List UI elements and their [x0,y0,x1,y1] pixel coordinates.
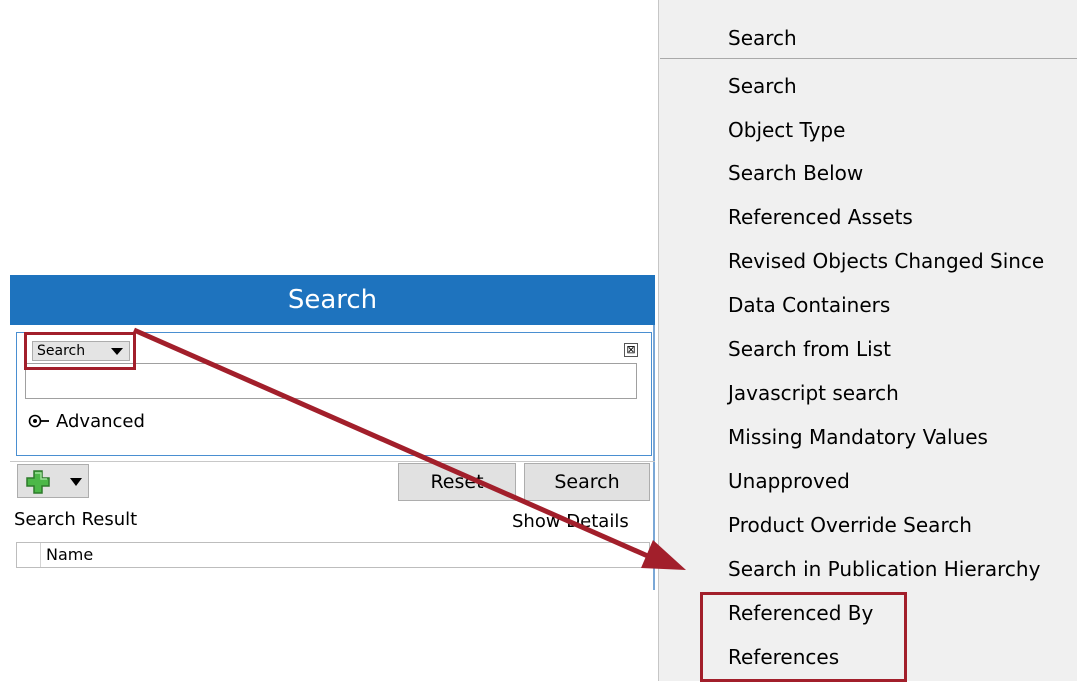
annotation-arrow [132,327,686,570]
